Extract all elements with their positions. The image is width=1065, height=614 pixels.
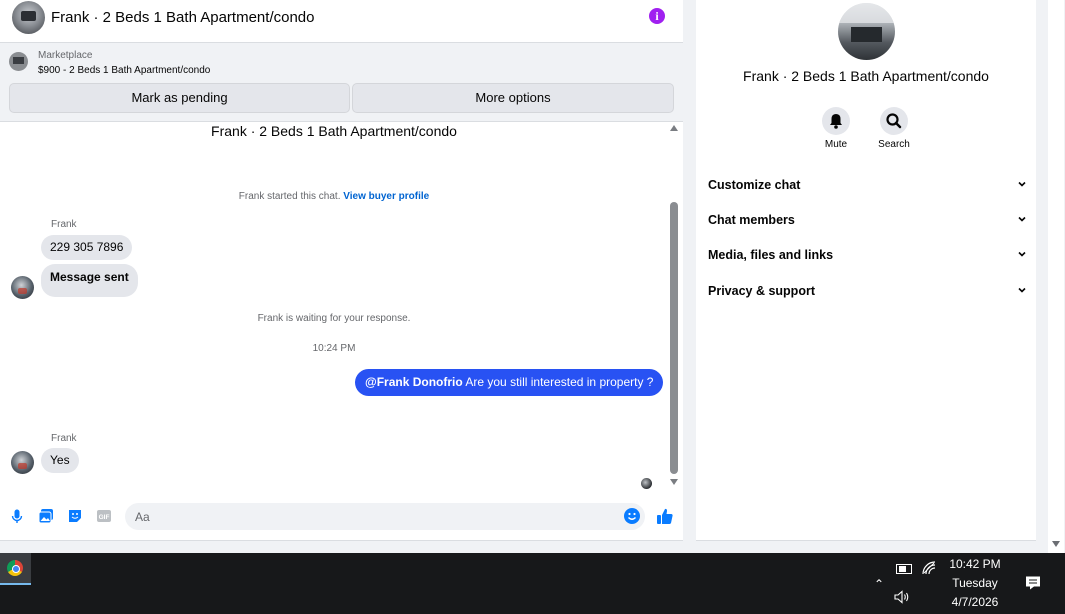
contact-avatar[interactable] [12, 1, 45, 34]
media-files-links-section[interactable]: Media, files and links [708, 248, 1026, 270]
volume-icon[interactable] [894, 590, 910, 604]
listing-title[interactable]: $900 - 2 Beds 1 Bath Apartment/condo [38, 65, 210, 76]
listing-thumbnail[interactable] [9, 52, 28, 71]
battery-icon[interactable] [896, 564, 912, 574]
sender-avatar[interactable] [11, 451, 34, 474]
panel-title: Frank · 2 Beds 1 Bath Apartment/condo [743, 68, 989, 84]
message-timestamp: 10:24 PM [312, 343, 356, 354]
mute-button[interactable]: Mute [816, 107, 856, 150]
mention[interactable]: @Frank Donofrio [365, 375, 463, 389]
message-input[interactable] [125, 503, 645, 530]
sender-avatar[interactable] [11, 276, 34, 299]
info-icon[interactable]: i [649, 8, 665, 24]
section-label: Media, files and links [708, 248, 834, 262]
scroll-thumb[interactable] [670, 202, 678, 474]
scroll-down-arrow-icon[interactable] [1052, 541, 1060, 547]
scroll-up-arrow-icon[interactable] [670, 125, 678, 131]
clock-date[interactable]: 4/7/2026 [940, 595, 1010, 609]
marketplace-banner: Marketplace $900 - 2 Beds 1 Bath Apartme… [0, 43, 683, 122]
marketplace-label: Marketplace [38, 50, 93, 61]
message-list[interactable]: Frank · 2 Beds 1 Bath Apartment/condo Fr… [0, 122, 683, 492]
sender-name: Frank [51, 219, 77, 230]
section-label: Chat members [708, 213, 795, 227]
chat-header: Frank · 2 Beds 1 Bath Apartment/condo i [0, 0, 683, 43]
seen-indicator-avatar [641, 478, 652, 489]
view-buyer-profile-link[interactable]: View buyer profile [343, 191, 429, 202]
microphone-icon[interactable] [9, 508, 25, 524]
message-scrollbar[interactable] [668, 122, 682, 492]
chat-members-section[interactable]: Chat members [708, 213, 1026, 235]
wifi-icon[interactable] [922, 561, 936, 575]
section-label: Customize chat [708, 178, 801, 192]
svg-text:GIF: GIF [99, 514, 110, 521]
section-label: Privacy & support [708, 284, 815, 298]
customize-chat-section[interactable]: Customize chat [708, 178, 1026, 200]
mute-label: Mute [824, 139, 848, 150]
bell-icon[interactable] [822, 107, 850, 135]
chrome-icon [7, 560, 23, 576]
chat-started-text: Frank started this chat. [238, 191, 341, 202]
clock-day[interactable]: Tuesday [940, 576, 1010, 590]
mark-as-pending-button[interactable]: Mark as pending [9, 83, 350, 113]
chat-window: Frank · 2 Beds 1 Bath Apartment/condo i … [0, 0, 683, 541]
emoji-icon[interactable] [624, 508, 640, 524]
photo-icon[interactable] [38, 508, 54, 524]
gif-icon[interactable]: GIF [96, 508, 112, 524]
chrome-taskbar-button[interactable] [0, 553, 31, 585]
privacy-support-section[interactable]: Privacy & support [708, 284, 1026, 306]
chat-started-notice: Frank started this chat. View buyer prof… [0, 191, 668, 202]
incoming-message[interactable]: 229 305 7896 [41, 235, 133, 260]
scroll-down-arrow-icon[interactable] [670, 479, 678, 485]
thumbs-up-icon[interactable] [656, 507, 674, 525]
incoming-message[interactable]: Message sent [41, 264, 138, 297]
sender-name: Frank [51, 433, 77, 444]
chevron-down-icon [1018, 287, 1026, 293]
page-scrollbar[interactable] [1048, 0, 1064, 553]
chevron-down-icon [1018, 216, 1026, 222]
search-button[interactable]: Search [874, 107, 914, 150]
windows-taskbar: ⌃ 10:42 PM Tuesday 4/7/2026 [0, 553, 1065, 614]
conversation-info-panel: Frank · 2 Beds 1 Bath Apartment/condo Mu… [696, 0, 1036, 541]
clock-time[interactable]: 10:42 PM [940, 557, 1010, 571]
chevron-down-icon [1018, 181, 1026, 187]
outgoing-message[interactable]: @Frank Donofrio Are you still interested… [355, 369, 664, 396]
more-options-button[interactable]: More options [352, 83, 674, 113]
sticker-icon[interactable] [67, 508, 83, 524]
show-hidden-icons-chevron-icon[interactable]: ⌃ [874, 577, 884, 591]
notification-center-icon[interactable] [1025, 575, 1041, 591]
chat-title[interactable]: Frank · 2 Beds 1 Bath Apartment/condo [51, 9, 314, 26]
waiting-notice: Frank is waiting for your response. [257, 313, 411, 324]
chevron-down-icon [1018, 251, 1026, 257]
incoming-message[interactable]: Yes [41, 448, 79, 473]
message-composer: GIF [0, 500, 683, 534]
outgoing-message-text: Are you still interested in property ? [462, 375, 654, 389]
search-icon[interactable] [880, 107, 908, 135]
search-label: Search [878, 139, 910, 150]
conversation-title: Frank · 2 Beds 1 Bath Apartment/condo [211, 123, 457, 139]
panel-avatar[interactable] [838, 3, 895, 60]
